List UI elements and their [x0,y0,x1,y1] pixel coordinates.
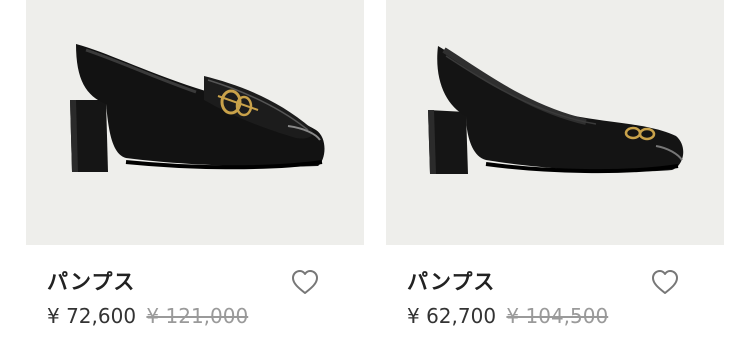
price-row: ¥ 62,700 ¥ 104,500 [407,304,608,328]
product-title[interactable]: パンプス [47,266,135,296]
product-image[interactable] [26,0,364,245]
original-price: ¥ 104,500 [506,304,609,328]
heart-icon[interactable] [290,268,320,298]
product-card[interactable]: パンプス ¥ 62,700 ¥ 104,500 [386,0,724,363]
price-row: ¥ 72,600 ¥ 121,000 [47,304,248,328]
sale-price: ¥ 62,700 [407,304,497,328]
product-title[interactable]: パンプス [407,266,495,296]
loafer-pump-image [70,44,325,172]
original-price: ¥ 121,000 [146,304,249,328]
product-card[interactable]: パンプス ¥ 72,600 ¥ 121,000 [26,0,364,363]
heart-icon[interactable] [650,268,680,298]
sale-price: ¥ 72,600 [47,304,137,328]
pump-image [428,46,684,174]
product-image[interactable] [386,0,724,245]
